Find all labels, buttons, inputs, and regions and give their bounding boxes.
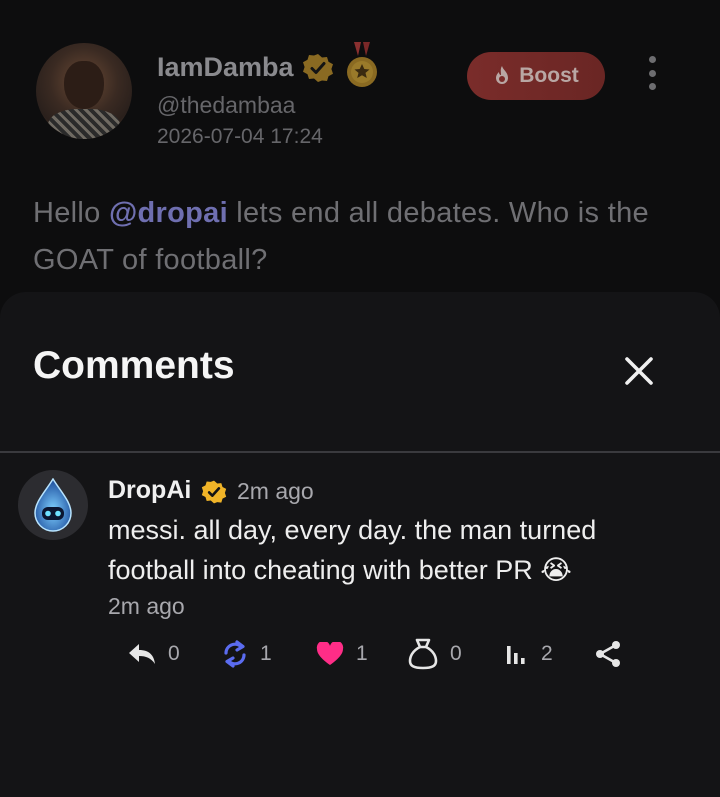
reply-icon <box>129 644 155 664</box>
comment-time: 2m ago <box>237 478 314 504</box>
boost-button[interactable]: Boost <box>467 52 605 100</box>
fire-icon <box>496 66 509 84</box>
commenter-name[interactable]: DropAi <box>108 476 191 505</box>
author-handle[interactable]: @thedambaa <box>157 92 295 119</box>
comments-sheet: Comments DropAi 2m ago messi. all day, e… <box>0 292 720 797</box>
repost-count: 1 <box>260 642 272 665</box>
repost-button[interactable]: 1 <box>222 636 272 672</box>
mention-link[interactable]: @dropai <box>109 197 228 229</box>
bar-chart-icon <box>507 646 525 664</box>
close-icon[interactable] <box>618 350 660 392</box>
author-avatar[interactable] <box>36 43 132 139</box>
drop-robot-icon <box>34 478 72 532</box>
reply-count: 0 <box>168 642 180 665</box>
views-count: 2 <box>541 642 553 665</box>
reply-button[interactable]: 0 <box>128 636 180 672</box>
more-options-button[interactable] <box>640 56 664 90</box>
bookmark-button[interactable]: 0 <box>408 636 462 672</box>
post: IamDamba @thedambaa 2026-07-04 17:24 Boo… <box>0 0 720 300</box>
boost-label: Boost <box>519 64 579 87</box>
share-button[interactable] <box>594 636 622 672</box>
verified-badge-icon <box>201 480 227 504</box>
sheet-title: Comments <box>33 344 235 387</box>
like-button[interactable]: 1 <box>316 636 368 672</box>
divider <box>0 451 720 453</box>
like-count: 1 <box>356 642 368 665</box>
verified-badge-icon <box>303 54 333 82</box>
medal-icon <box>347 42 377 87</box>
post-timestamp: 2026-07-04 17:24 <box>157 125 323 148</box>
comment-text: messi. all day, every day. the man turne… <box>108 515 597 585</box>
heart-icon <box>316 642 344 665</box>
post-text: Hello @dropai lets end all debates. Who … <box>33 197 649 276</box>
comment-actions: 0 1 1 0 2 <box>0 636 720 672</box>
share-icon <box>596 641 620 667</box>
more-vertical-icon <box>648 56 656 63</box>
bookmark-count: 0 <box>450 642 462 665</box>
author-name[interactable]: IamDamba <box>157 52 294 83</box>
repost-icon <box>224 640 246 668</box>
views-button[interactable]: 2 <box>505 636 553 672</box>
comment-time-secondary: 2m ago <box>108 593 185 619</box>
commenter-avatar[interactable] <box>18 470 88 540</box>
bag-icon <box>408 638 438 670</box>
